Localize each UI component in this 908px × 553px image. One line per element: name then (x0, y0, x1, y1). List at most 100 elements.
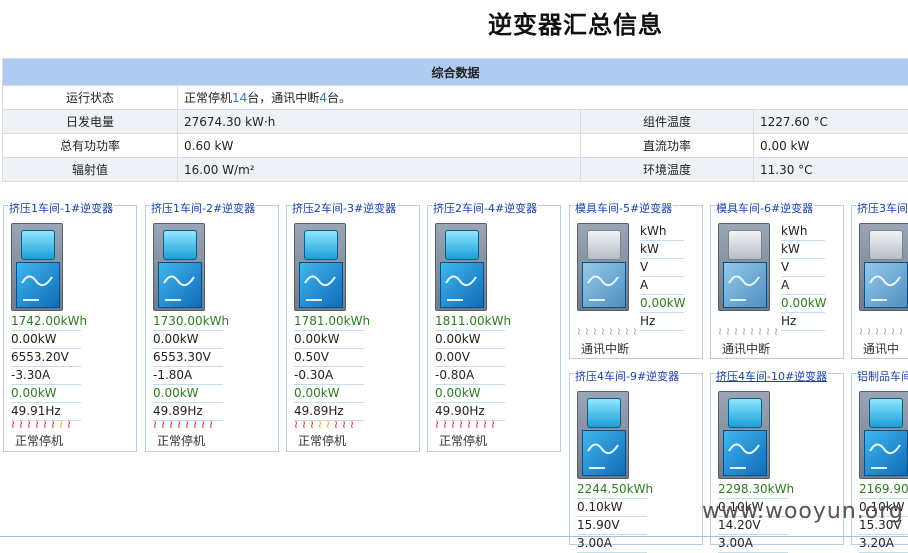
inverter-device-icon (577, 391, 629, 479)
ambient-temp-label: 环境温度 (581, 158, 754, 182)
string-status-icon: ≀ (609, 325, 617, 338)
energy-value: 2298.30kWh (718, 481, 788, 499)
module-temp-label: 组件温度 (581, 110, 754, 134)
reactive-power-value: 0.00kW (294, 385, 364, 403)
inverter-card-title[interactable]: 挤压1车间-2#逆变器 (150, 200, 256, 216)
current-value: -3.30A (11, 367, 81, 385)
inverter-device-icon (435, 223, 487, 311)
string-status-icon: ≀ (51, 418, 59, 431)
string-status-icon: ≀ (435, 418, 443, 431)
string-status-icon: ≀ (19, 418, 27, 431)
current-value: -0.80A (435, 367, 505, 385)
current-value: 3.20A (859, 535, 908, 553)
string-status-icon: ≀ (193, 418, 201, 431)
inverter-card[interactable]: 挤压1车间-1#逆变器 1742.00kWh 0.00kW 6553.20V -… (3, 205, 137, 452)
reactive-power-value: 0.00kW (11, 385, 81, 403)
inverter-device-icon (859, 391, 908, 479)
dc-power-label: 直流功率 (581, 134, 754, 158)
inverter-card-title[interactable]: 挤压2车间-3#逆变器 (291, 200, 397, 216)
inverter-card[interactable]: 挤压1车间-2#逆变器 1730.00kWh 0.00kW 6553.30V -… (145, 205, 279, 452)
inverter-card[interactable]: 挤压2车间-3#逆变器 1781.00kWh 0.00kW 0.50V -0.3… (286, 205, 420, 452)
status-text: 通讯中断 (581, 340, 629, 357)
string-status-icon: ≀ (310, 418, 318, 431)
string-status-icon: ≀ (467, 418, 475, 431)
divider (0, 536, 908, 537)
voltage-value: V (781, 259, 825, 277)
status-text: 正常停机 (157, 432, 205, 449)
power-value: kW (640, 241, 684, 259)
voltage-value: 6553.20V (11, 349, 81, 367)
string-status-icon: ≀ (27, 418, 35, 431)
voltage-value: V (640, 259, 684, 277)
string-status-icon: ≀ (875, 325, 883, 338)
reactive-power-value: 0.00kW (640, 295, 684, 313)
inverter-device-icon (153, 223, 205, 311)
inverter-device-icon (718, 223, 770, 311)
inverter-device-icon (577, 223, 629, 311)
inverter-card-title[interactable]: 挤压2车间-4#逆变器 (432, 200, 538, 216)
inverter-card[interactable]: 模具车间-5#逆变器 kWh kW V A 0.00kW Hz ≀≀≀≀≀≀≀≀… (569, 205, 703, 359)
dc-power-value: 0.00 kW (754, 134, 908, 158)
inverter-card-title[interactable]: 模具车间-5#逆变器 (574, 200, 673, 216)
current-value: -1.80A (153, 367, 223, 385)
watermark: www.wooyun.org (702, 499, 904, 524)
string-status-icon: ≀ (867, 325, 875, 338)
inverter-card-title[interactable]: 挤压4车间-10#逆变器 (715, 368, 828, 384)
string-status-icon: ≀ (350, 418, 358, 431)
energy-value: kWh (640, 223, 684, 241)
string-status-icon: ≀ (43, 418, 51, 431)
energy-value: kWh (781, 223, 825, 241)
string-status-icon: ≀ (766, 325, 774, 338)
string-status-icons: ≀≀≀≀≀≀≀≀ (718, 325, 782, 337)
frequency-value: Hz (640, 313, 684, 331)
daily-energy-value: 27674.30 kW·h (178, 110, 581, 134)
energy-value: 1781.00kWh (294, 313, 364, 331)
inverter-card[interactable]: 挤压2车间-4#逆变器 1811.00kWh 0.00kW 0.00V -0.8… (427, 205, 561, 452)
string-status-icon: ≀ (201, 418, 209, 431)
inverter-card[interactable]: 模具车间-6#逆变器 kWh kW V A 0.00kW Hz ≀≀≀≀≀≀≀≀… (710, 205, 844, 359)
power-value: 0.00kW (153, 331, 223, 349)
status-text: 通讯中断 (722, 340, 770, 357)
string-status-icon: ≀ (625, 325, 633, 338)
string-status-icon: ≀ (758, 325, 766, 338)
string-status-icon: ≀ (11, 418, 19, 431)
string-status-icon: ≀ (209, 418, 217, 431)
reactive-power-value: 0.00kW (781, 295, 825, 313)
inverter-card-title[interactable]: 模具车间-6#逆变器 (715, 200, 814, 216)
energy-value: 1742.00kWh (11, 313, 81, 331)
inverter-card-title[interactable]: 挤压3车间 (856, 200, 908, 216)
power-value: 0.00kW (11, 331, 81, 349)
current-value: 3.00A (718, 535, 788, 553)
ambient-temp-value: 11.30 °C (754, 158, 908, 182)
string-status-icon: ≀ (342, 418, 350, 431)
string-status-icon: ≀ (177, 418, 185, 431)
string-status-icons: ≀≀≀≀≀≀≀≀ (577, 325, 641, 337)
energy-value: 2244.50kWh (577, 481, 647, 499)
string-status-icons: ≀≀≀≀≀≀≀≀ (435, 418, 499, 430)
string-status-icon: ≀ (593, 325, 601, 338)
string-status-icon: ≀ (491, 418, 499, 431)
string-status-icon: ≀ (294, 418, 302, 431)
string-status-icon: ≀ (859, 325, 867, 338)
irradiance-value: 16.00 W/m² (178, 158, 581, 182)
energy-value: 1730.00kWh (153, 313, 223, 331)
active-power-value: 0.60 kW (178, 134, 581, 158)
inverter-card-title[interactable]: 铝制品车间 (856, 368, 908, 384)
status-text: 正常停机 (298, 432, 346, 449)
inverter-card[interactable]: 挤压3车间 ≀≀≀≀≀≀ 通讯中 (851, 205, 908, 359)
string-status-icon: ≀ (750, 325, 758, 338)
run-status-label: 运行状态 (3, 86, 178, 110)
string-status-icon: ≀ (577, 325, 585, 338)
frequency-value: Hz (781, 313, 825, 331)
inverter-device-icon (294, 223, 346, 311)
reactive-power-value: 0.00kW (435, 385, 505, 403)
string-status-icon: ≀ (774, 325, 782, 338)
active-power-label: 总有功功率 (3, 134, 178, 158)
string-status-icon: ≀ (185, 418, 193, 431)
inverter-card-title[interactable]: 挤压4车间-9#逆变器 (574, 368, 680, 384)
inverter-card-title[interactable]: 挤压1车间-1#逆变器 (8, 200, 114, 216)
string-status-icon: ≀ (633, 325, 641, 338)
inverter-card[interactable]: 挤压4车间-9#逆变器 2244.50kWh 0.10kW 15.90V 3.0… (569, 373, 703, 545)
voltage-value: 6553.30V (153, 349, 223, 367)
page-title: 逆变器汇总信息 (488, 5, 663, 40)
